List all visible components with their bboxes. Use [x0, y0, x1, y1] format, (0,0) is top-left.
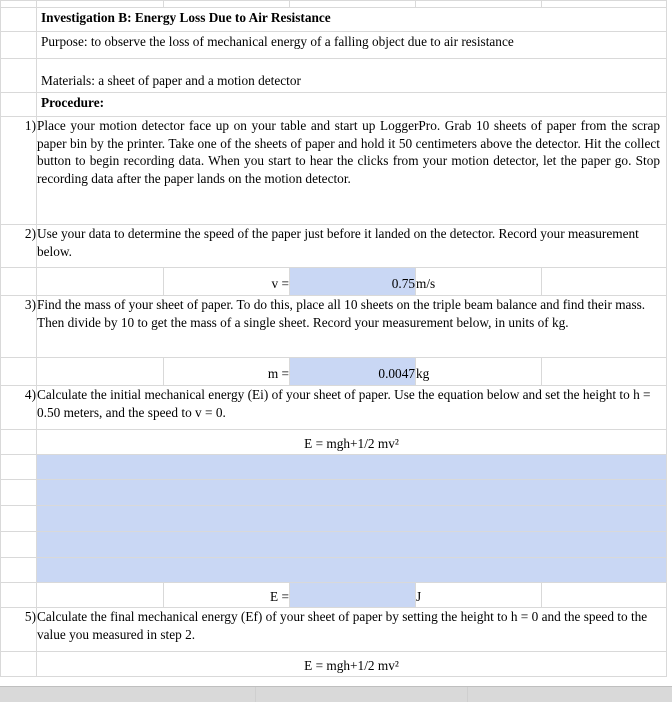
table-row-work-4: [0, 531, 667, 558]
materials-text: Materials: a sheet of paper and a motion…: [41, 73, 301, 88]
purpose-text: Purpose: to observe the loss of mechanic…: [41, 34, 514, 49]
cell-a0[interactable]: [0, 0, 37, 8]
table-row-materials: Materials: a sheet of paper and a motion…: [0, 58, 667, 93]
cell-mass-blank[interactable]: [36, 357, 164, 386]
table-row-work-1: [0, 454, 667, 480]
cell-rownum-mass[interactable]: [0, 357, 37, 386]
step-text-2[interactable]: Use your data to determine the speed of …: [36, 224, 667, 268]
equation-final[interactable]: E = mgh+1/2 mv²: [36, 651, 667, 677]
table-row-velocity: v = 0.75 m/s: [0, 267, 667, 296]
step-text-5[interactable]: Calculate the final mechanical energy (E…: [36, 607, 667, 652]
cell-rownum-work5[interactable]: [0, 557, 37, 583]
table-row-mass: m = 0.0047 kg: [0, 357, 667, 386]
table-row-work-3: [0, 505, 667, 532]
step-number-1[interactable]: 1): [0, 116, 37, 225]
table-row-energy-answer: E = J: [0, 582, 667, 608]
work-area-row-5[interactable]: [36, 557, 667, 583]
work-area-row-4[interactable]: [36, 531, 667, 558]
cell-rownum-energy[interactable]: [0, 582, 37, 608]
table-row-equation-final: E = mgh+1/2 mv²: [0, 651, 667, 677]
energy-label: E =: [163, 582, 290, 608]
table-row-work-5: [0, 557, 667, 583]
cell-rownum-work4[interactable]: [0, 531, 37, 558]
cell-velocity-blank[interactable]: [36, 267, 164, 296]
step-number-3[interactable]: 3): [0, 295, 37, 358]
cell-rownum-eq2[interactable]: [0, 651, 37, 677]
step-text-1[interactable]: Place your motion detector face up on yo…: [36, 116, 667, 225]
mass-unit: kg: [415, 357, 542, 386]
energy-value-input[interactable]: [289, 582, 416, 608]
mass-label: m =: [163, 357, 290, 386]
worksheet-table: Investigation B: Energy Loss Due to Air …: [0, 0, 667, 677]
cell-d0[interactable]: [289, 0, 416, 8]
table-row-purpose: Purpose: to observe the loss of mechanic…: [0, 31, 667, 59]
step-number-2[interactable]: 2): [0, 224, 37, 268]
cell-rownum-work1[interactable]: [0, 454, 37, 480]
cell-mass-trailing[interactable]: [541, 357, 667, 386]
cell-rownum-purpose[interactable]: [0, 31, 37, 59]
velocity-label: v =: [163, 267, 290, 296]
work-area-row-3[interactable]: [36, 505, 667, 532]
page-title: Investigation B: Energy Loss Due to Air …: [41, 10, 331, 25]
table-row-step4: 4) Calculate the initial mechanical ener…: [0, 385, 667, 430]
cell-rownum-eq1[interactable]: [0, 429, 37, 455]
step-text-3[interactable]: Find the mass of your sheet of paper. To…: [36, 295, 667, 358]
materials-cell[interactable]: Materials: a sheet of paper and a motion…: [36, 58, 667, 93]
cell-c0[interactable]: [163, 0, 290, 8]
procedure-heading-cell[interactable]: Procedure:: [36, 92, 667, 117]
equation-initial[interactable]: E = mgh+1/2 mv²: [36, 429, 667, 455]
scrollbar-tick: [255, 687, 256, 702]
table-row-step2: 2) Use your data to determine the speed …: [0, 224, 667, 268]
work-area-row-1[interactable]: [36, 454, 667, 480]
cell-energy-blank[interactable]: [36, 582, 164, 608]
work-area-row-2[interactable]: [36, 479, 667, 506]
spreadsheet-canvas: Investigation B: Energy Loss Due to Air …: [0, 0, 672, 702]
table-row: [0, 0, 667, 8]
cell-velocity-trailing[interactable]: [541, 267, 667, 296]
table-row-title: Investigation B: Energy Loss Due to Air …: [0, 7, 667, 32]
table-row-procedure-heading: Procedure:: [0, 92, 667, 117]
investigation-title-cell[interactable]: Investigation B: Energy Loss Due to Air …: [36, 7, 667, 32]
step-text-4[interactable]: Calculate the initial mechanical energy …: [36, 385, 667, 430]
cell-f0[interactable]: [541, 0, 667, 8]
mass-value-input[interactable]: 0.0047: [289, 357, 416, 386]
table-row-step1: 1) Place your motion detector face up on…: [0, 116, 667, 225]
table-row-work-2: [0, 479, 667, 506]
cell-rownum-velocity[interactable]: [0, 267, 37, 296]
cell-e0[interactable]: [415, 0, 542, 8]
velocity-unit: m/s: [415, 267, 542, 296]
table-row-step5: 5) Calculate the final mechanical energy…: [0, 607, 667, 652]
cell-rownum-materials[interactable]: [0, 58, 37, 93]
step-number-5[interactable]: 5): [0, 607, 37, 652]
cell-energy-trailing[interactable]: [541, 582, 667, 608]
cell-rownum-procheading[interactable]: [0, 92, 37, 117]
scrollbar-tick: [467, 687, 468, 702]
procedure-heading: Procedure:: [41, 95, 105, 110]
table-row-equation-initial: E = mgh+1/2 mv²: [0, 429, 667, 455]
step-number-4[interactable]: 4): [0, 385, 37, 430]
cell-rownum-work2[interactable]: [0, 479, 37, 506]
cell-b0[interactable]: [36, 0, 164, 8]
horizontal-scrollbar[interactable]: [0, 686, 672, 702]
velocity-value-input[interactable]: 0.75: [289, 267, 416, 296]
cell-rownum-title[interactable]: [0, 7, 37, 32]
energy-unit: J: [415, 582, 542, 608]
purpose-cell[interactable]: Purpose: to observe the loss of mechanic…: [36, 31, 667, 59]
table-row-step3: 3) Find the mass of your sheet of paper.…: [0, 295, 667, 358]
cell-rownum-work3[interactable]: [0, 505, 37, 532]
